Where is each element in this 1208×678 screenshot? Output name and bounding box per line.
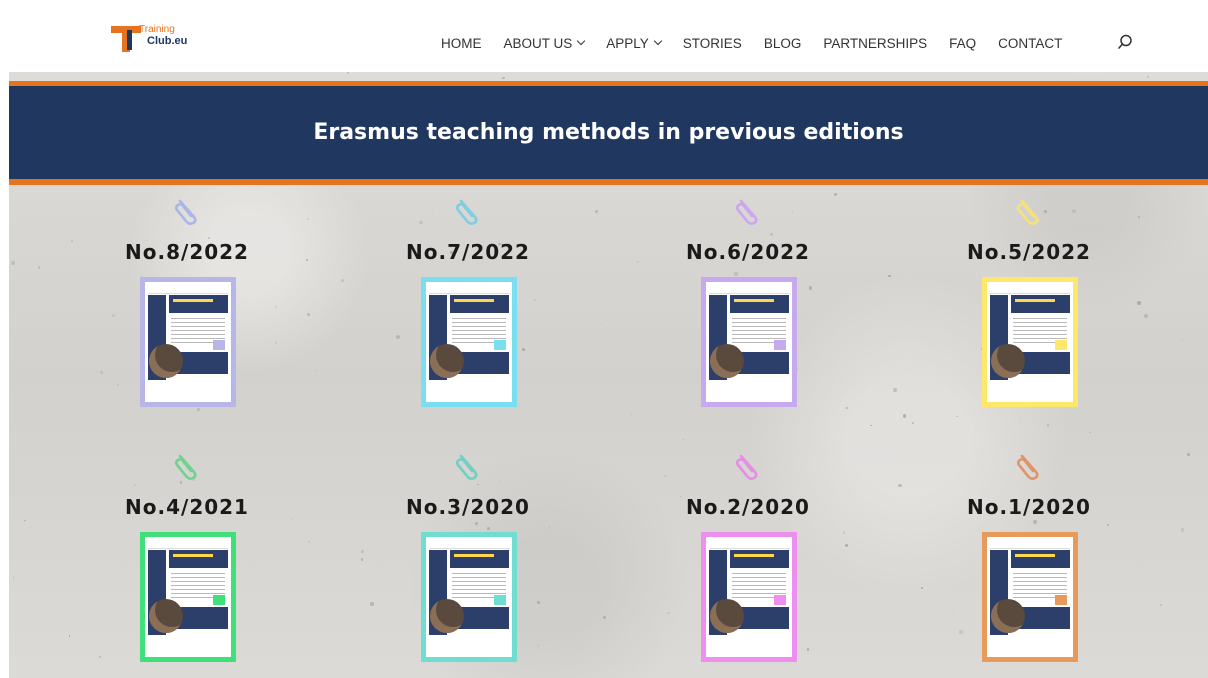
section-title: Erasmus teaching methods in previous edi… <box>313 120 904 145</box>
paperclip-icon <box>735 454 758 480</box>
issue-label[interactable]: No.8/2022 <box>92 240 282 264</box>
nav-item-label: APPLY <box>606 35 649 51</box>
nav-item-label: ABOUT US <box>503 35 573 51</box>
chevron-down-icon <box>577 36 586 46</box>
paperclip-icon <box>455 454 478 480</box>
issue-label[interactable]: No.7/2022 <box>373 240 563 264</box>
paperclip-icon <box>174 454 197 480</box>
magazine-cover[interactable] <box>421 277 517 407</box>
magazine-cover[interactable] <box>982 532 1078 662</box>
issue-label[interactable]: No.2/2020 <box>653 495 843 519</box>
nav-item-blog[interactable]: BLOG <box>764 36 802 51</box>
nav-item-apply[interactable]: APPLY <box>606 35 663 51</box>
nav-item-label: BLOG <box>763 35 802 51</box>
nav-item-label: PARTNERSHIPS <box>823 35 928 51</box>
paperclip-icon <box>455 199 478 225</box>
search-icon[interactable] <box>1117 34 1133 50</box>
logo-line-2: Club.eu <box>147 35 188 47</box>
issue-label[interactable]: No.6/2022 <box>653 240 843 264</box>
nav-item-partnerships[interactable]: PARTNERSHIPS <box>823 36 927 51</box>
issue-label[interactable]: No.5/2022 <box>934 240 1124 264</box>
nav-item-stories[interactable]: STORIES <box>683 36 742 51</box>
site-logo[interactable]: Training Club.eu <box>105 22 205 56</box>
paperclip-icon <box>1016 199 1039 225</box>
nav-item-label: STORIES <box>682 35 742 51</box>
paperclip-icon <box>735 199 758 225</box>
nav-item-label: HOME <box>441 35 482 51</box>
magazine-cover[interactable] <box>421 532 517 662</box>
nav-item-home[interactable]: HOME <box>441 36 482 51</box>
chevron-down-icon <box>653 36 663 46</box>
paperclip-icon <box>174 199 197 225</box>
nav-item-about-us[interactable]: ABOUT US <box>503 35 586 51</box>
magazine-cover[interactable] <box>701 532 797 662</box>
nav-item-faq[interactable]: FAQ <box>949 36 976 51</box>
section-banner: Erasmus teaching methods in previous edi… <box>9 81 1208 185</box>
issue-label[interactable]: No.1/2020 <box>934 495 1124 519</box>
magazine-cover[interactable] <box>982 277 1078 407</box>
paperclip-icon <box>1016 454 1039 480</box>
issue-label[interactable]: No.4/2021 <box>92 495 282 519</box>
nav-item-label: FAQ <box>949 35 977 51</box>
magazine-cover[interactable] <box>140 532 236 662</box>
magazine-cover[interactable] <box>140 277 236 407</box>
issue-label[interactable]: No.3/2020 <box>373 495 563 519</box>
site-header: Training Club.eu HOME ABOUT US APPLY STORIE… <box>9 0 1208 78</box>
main-nav: HOME ABOUT US APPLY STORIES BLOG PARTNERSHIPS… <box>441 33 1084 53</box>
nav-item-contact[interactable]: CONTACT <box>998 36 1062 51</box>
nav-item-label: CONTACT <box>998 35 1063 51</box>
logo-line-1: Training <box>139 24 175 35</box>
magazine-cover[interactable] <box>701 277 797 407</box>
